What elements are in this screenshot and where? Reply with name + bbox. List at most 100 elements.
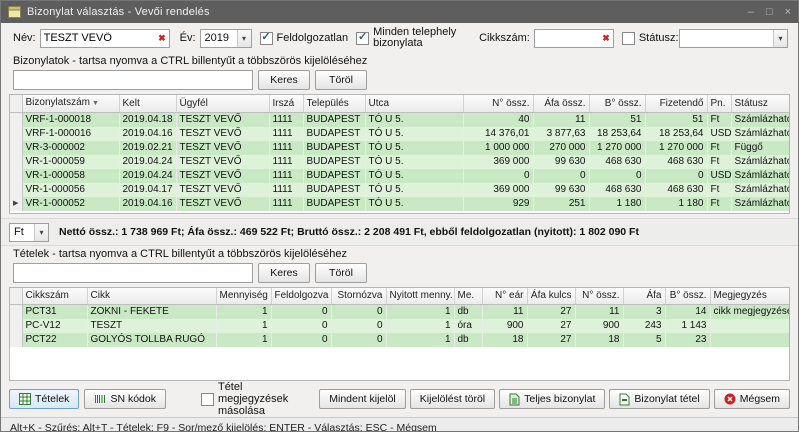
grid-cell[interactable]: VR-1-000058 [22, 169, 119, 183]
grid-row[interactable]: PCT22GOLYÓS TOLLBA RUGÓ1001db182718523 [10, 333, 790, 347]
row-indicator[interactable] [10, 319, 22, 333]
grid-cell[interactable]: db [454, 305, 482, 320]
clear-selection-button[interactable]: Kijelölést töröl [410, 389, 495, 409]
grid-cell[interactable]: TÓ U 5. [365, 169, 463, 183]
grid-cell[interactable]: VRF-1-000018 [22, 113, 119, 128]
grid-cell[interactable]: 99 630 [533, 183, 589, 197]
grid-cell[interactable]: 23 [665, 333, 710, 347]
grid-cell[interactable]: 1 [386, 333, 454, 347]
grid-cell[interactable]: 1 [216, 319, 271, 333]
documents-search-input[interactable] [14, 71, 252, 89]
grid-row[interactable]: VR-3-0000022019.02.21TESZT VEVŐ1111BUDAP… [10, 141, 790, 155]
grid-cell[interactable]: 900 [575, 319, 623, 333]
close-icon[interactable]: × [785, 7, 791, 18]
grid-cell[interactable]: PCT31 [22, 305, 87, 320]
grid-cell[interactable]: BUDAPEST [303, 141, 365, 155]
grid-cell[interactable]: 468 630 [645, 183, 707, 197]
grid-cell[interactable]: TESZT VEVŐ [176, 169, 269, 183]
grid-cell[interactable] [710, 319, 790, 333]
grid-cell[interactable]: 1 [216, 305, 271, 320]
status-combo[interactable]: ▾ [679, 29, 788, 48]
column-header[interactable]: N° össz. [575, 288, 623, 305]
grid-cell[interactable]: 3 877,63 [533, 127, 589, 141]
grid-cell[interactable]: 2019.04.17 [119, 183, 176, 197]
sn-codes-button[interactable]: SN kódok [84, 389, 166, 409]
grid-cell[interactable]: 27 [527, 333, 575, 347]
grid-cell[interactable]: 11 [533, 113, 589, 128]
unprocessed-checkbox[interactable]: Feldolgozatlan [260, 32, 349, 45]
grid-cell[interactable]: VRF-1-000016 [22, 127, 119, 141]
cancel-button[interactable]: Mégsem [714, 389, 790, 409]
grid-cell[interactable]: 1111 [269, 183, 303, 197]
clear-name-icon[interactable]: ✖ [155, 33, 169, 44]
grid-cell[interactable]: 18 [575, 333, 623, 347]
row-indicator[interactable] [10, 113, 22, 128]
grid-cell[interactable]: 99 630 [533, 155, 589, 169]
grid-cell[interactable]: 369 000 [463, 183, 533, 197]
column-header[interactable]: Mennyiség [216, 288, 271, 305]
minimize-icon[interactable]: – [748, 7, 754, 18]
documents-clear-button[interactable]: Töröl [315, 70, 367, 90]
grid-cell[interactable]: 0 [645, 169, 707, 183]
column-header[interactable]: Feldolgozva [271, 288, 331, 305]
grid-cell[interactable]: 40 [463, 113, 533, 128]
row-indicator[interactable] [10, 141, 22, 155]
grid-cell[interactable]: 468 630 [645, 155, 707, 169]
grid-cell[interactable]: 1111 [269, 141, 303, 155]
grid-cell[interactable]: 929 [463, 197, 533, 211]
items-search-button[interactable]: Keres [258, 263, 310, 283]
column-header[interactable]: Áfa kulcs [527, 288, 575, 305]
grid-cell[interactable]: TÓ U 5. [365, 183, 463, 197]
grid-cell[interactable]: 0 [331, 305, 386, 320]
grid-cell[interactable]: Számlázható [731, 155, 790, 169]
grid-cell[interactable]: 5 [623, 333, 665, 347]
grid-row[interactable]: VR-1-0000592019.04.24TESZT VEVŐ1111BUDAP… [10, 155, 790, 169]
grid-cell[interactable]: 1 270 000 [589, 141, 645, 155]
grid-row[interactable]: VR-1-0000582019.04.24TESZT VEVŐ1111BUDAP… [10, 169, 790, 183]
grid-cell[interactable]: Számlázható [731, 183, 790, 197]
column-header[interactable]: Stornózva [331, 288, 386, 305]
grid-cell[interactable]: Ft [707, 183, 731, 197]
grid-cell[interactable]: USD [707, 127, 731, 141]
grid-cell[interactable]: USD [707, 169, 731, 183]
grid-cell[interactable]: 369 000 [463, 155, 533, 169]
grid-cell[interactable]: PC-V12 [22, 319, 87, 333]
column-header[interactable]: Cikkszám [22, 288, 87, 305]
grid-cell[interactable]: TESZT VEVŐ [176, 183, 269, 197]
column-header[interactable]: Ügyfél [176, 95, 269, 113]
column-header[interactable]: Település [303, 95, 365, 113]
grid-cell[interactable]: TESZT VEVŐ [176, 141, 269, 155]
grid-cell[interactable]: 14 376,01 [463, 127, 533, 141]
grid-cell[interactable]: BUDAPEST [303, 127, 365, 141]
year-combo[interactable]: 2019 ▾ [200, 29, 252, 48]
grid-cell[interactable]: 270 000 [533, 141, 589, 155]
grid-cell[interactable]: Számlázható [731, 113, 790, 128]
grid-cell[interactable]: VR-3-000002 [22, 141, 119, 155]
grid-cell[interactable]: 1111 [269, 127, 303, 141]
items-search-input[interactable] [14, 264, 252, 282]
column-header[interactable]: Státusz [731, 95, 790, 113]
grid-cell[interactable]: BUDAPEST [303, 113, 365, 128]
column-header[interactable]: Me. [454, 288, 482, 305]
column-header[interactable]: Áfa [623, 288, 665, 305]
row-indicator[interactable]: ▶ [10, 197, 22, 211]
column-header[interactable]: Fizetendő [645, 95, 707, 113]
grid-cell[interactable]: 0 [589, 169, 645, 183]
grid-cell[interactable]: 18 [482, 333, 527, 347]
column-header[interactable]: Áfa össz. [533, 95, 589, 113]
row-indicator[interactable] [10, 127, 22, 141]
row-indicator[interactable] [10, 169, 22, 183]
column-header[interactable]: Bizonylatszám▼ [22, 95, 119, 113]
grid-cell[interactable]: 27 [527, 305, 575, 320]
grid-cell[interactable]: Ft [707, 155, 731, 169]
grid-cell[interactable]: Számlázható [731, 169, 790, 183]
column-header[interactable]: B° össz. [589, 95, 645, 113]
grid-cell[interactable]: Függő [731, 141, 790, 155]
grid-cell[interactable]: TESZT VEVŐ [176, 113, 269, 128]
name-input[interactable] [41, 30, 155, 47]
column-header[interactable]: N° eár [482, 288, 527, 305]
grid-cell[interactable]: 1111 [269, 169, 303, 183]
grid-row[interactable]: PC-V12TESZT1001óra900279002431 143 [10, 319, 790, 333]
grid-cell[interactable]: 1 143 [665, 319, 710, 333]
row-indicator[interactable] [10, 183, 22, 197]
